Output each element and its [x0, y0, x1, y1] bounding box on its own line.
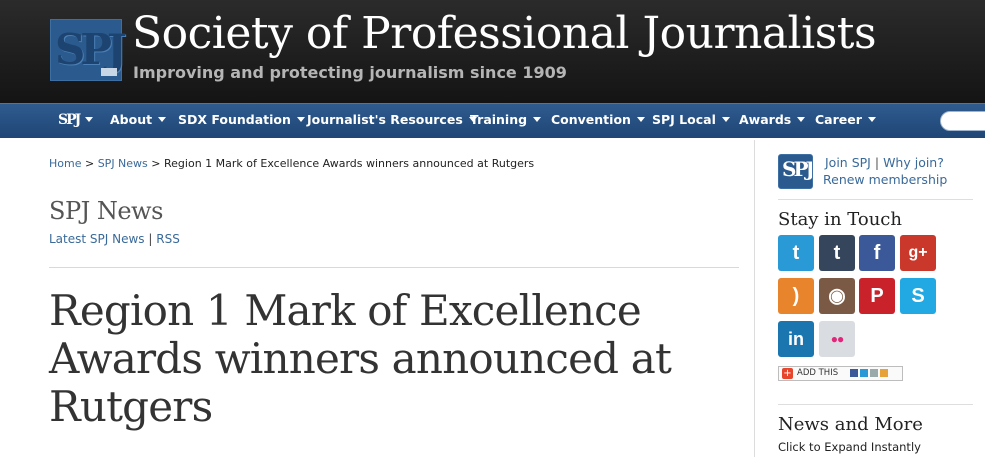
rss-link[interactable]: RSS: [156, 232, 180, 246]
icon-glyph: P: [870, 285, 884, 307]
icon-glyph: f: [873, 242, 881, 264]
chevron-down-icon: [296, 117, 305, 122]
nav-item-sdx-foundation[interactable]: SDX Foundation: [178, 104, 305, 138]
join-links: Join SPJ | Why join?: [825, 155, 944, 170]
addthis-label: ADD THIS: [797, 368, 839, 378]
more-mini-icon: [880, 368, 889, 377]
nav-item-journalists-resources[interactable]: Journalist's Resources: [307, 104, 477, 138]
rss-icon[interactable]: ): [778, 278, 814, 314]
news-and-more-heading: News and More: [778, 414, 923, 435]
search-input[interactable]: [940, 111, 985, 131]
nav-item-spj[interactable]: SPJ: [58, 104, 94, 138]
spj-small-logo-icon[interactable]: SPJ: [778, 154, 813, 189]
breadcrumb-spj-news[interactable]: SPJ News: [98, 157, 148, 170]
nav-item-about[interactable]: About: [110, 104, 167, 138]
section-links: Latest SPJ News | RSS: [49, 232, 180, 246]
nav-label: Career: [815, 112, 862, 127]
icon-glyph: ◉: [828, 285, 846, 307]
sidebar-divider-line: [778, 404, 973, 405]
divider: [49, 267, 739, 268]
nav-item-training[interactable]: Training: [470, 104, 542, 138]
facebook-icon[interactable]: f: [859, 235, 895, 271]
nav-label: Journalist's Resources: [307, 112, 463, 127]
nav-label: Awards: [739, 112, 792, 127]
icon-glyph: S: [911, 285, 925, 307]
site-title[interactable]: Society of Professional Journalists: [132, 8, 877, 59]
nav-item-spj-local[interactable]: SPJ Local: [652, 104, 730, 138]
twitter-icon[interactable]: t: [778, 235, 814, 271]
link-separator: |: [874, 155, 880, 170]
chevron-down-icon: [797, 117, 806, 122]
site-header: SPJ Society of Professional Journalists …: [0, 0, 985, 103]
article-title: Region 1 Mark of Excellence Awards winne…: [49, 286, 672, 431]
link-separator: |: [148, 232, 153, 246]
main-nav: SPJ About SDX Foundation Journalist's Re…: [0, 103, 985, 138]
nav-logo-text: SPJ: [58, 112, 81, 128]
instagram-icon[interactable]: ◉: [819, 278, 855, 314]
small-logo-text: SPJ: [782, 157, 812, 181]
icon-glyph: g+: [908, 244, 928, 261]
nav-item-awards[interactable]: Awards: [739, 104, 806, 138]
tumblr-icon[interactable]: t: [819, 235, 855, 271]
breadcrumb-separator: >: [151, 157, 161, 170]
icon-glyph: t: [792, 242, 800, 264]
chevron-down-icon: [867, 117, 876, 122]
facebook-mini-icon: [850, 368, 859, 377]
nav-item-convention[interactable]: Convention: [551, 104, 645, 138]
nav-label: SDX Foundation: [178, 112, 291, 127]
icon-glyph: ): [792, 285, 800, 307]
site-tagline: Improving and protecting journalism sinc…: [133, 63, 567, 82]
linkedin-icon[interactable]: in: [778, 321, 814, 357]
spj-logo[interactable]: SPJ: [50, 19, 127, 81]
renew-membership-link[interactable]: Renew membership: [823, 172, 947, 187]
icon-glyph: t: [833, 242, 841, 264]
chevron-down-icon: [85, 117, 94, 122]
icon-glyph: ●●: [830, 332, 844, 346]
breadcrumb-home[interactable]: Home: [49, 157, 81, 170]
nav-label: About: [110, 112, 153, 127]
nav-label: Training: [470, 112, 528, 127]
section-title: SPJ News: [49, 197, 163, 225]
addthis-button[interactable]: + ADD THIS: [778, 366, 903, 381]
breadcrumb-current: Region 1 Mark of Excellence Awards winne…: [164, 157, 535, 170]
nav-label: Convention: [551, 112, 631, 127]
nav-item-career[interactable]: Career: [815, 104, 876, 138]
nav-label: SPJ Local: [652, 112, 716, 127]
join-spj-link[interactable]: Join SPJ: [825, 155, 871, 170]
breadcrumb: Home > SPJ News > Region 1 Mark of Excel…: [49, 157, 534, 170]
share-mini-icon: [870, 368, 879, 377]
sidebar-divider: [754, 140, 755, 457]
skype-icon[interactable]: S: [900, 278, 936, 314]
sidebar-divider-line: [778, 199, 973, 200]
expand-instantly-text[interactable]: Click to Expand Instantly: [778, 440, 921, 454]
chevron-down-icon: [533, 117, 542, 122]
plus-icon: +: [782, 368, 793, 379]
chevron-down-icon: [721, 117, 730, 122]
google-plus-icon[interactable]: g+: [900, 235, 936, 271]
pinterest-icon[interactable]: P: [859, 278, 895, 314]
chevron-down-icon: [158, 117, 167, 122]
logo-flag-icon: [101, 68, 117, 76]
flickr-icon[interactable]: ●●: [819, 321, 855, 357]
chevron-down-icon: [636, 117, 645, 122]
latest-spj-news-link[interactable]: Latest SPJ News: [49, 232, 145, 246]
breadcrumb-separator: >: [84, 157, 95, 170]
stay-in-touch-heading: Stay in Touch: [778, 209, 902, 230]
icon-glyph: in: [788, 329, 804, 349]
twitter-mini-icon: [860, 368, 869, 377]
why-join-link[interactable]: Why join?: [883, 155, 944, 170]
